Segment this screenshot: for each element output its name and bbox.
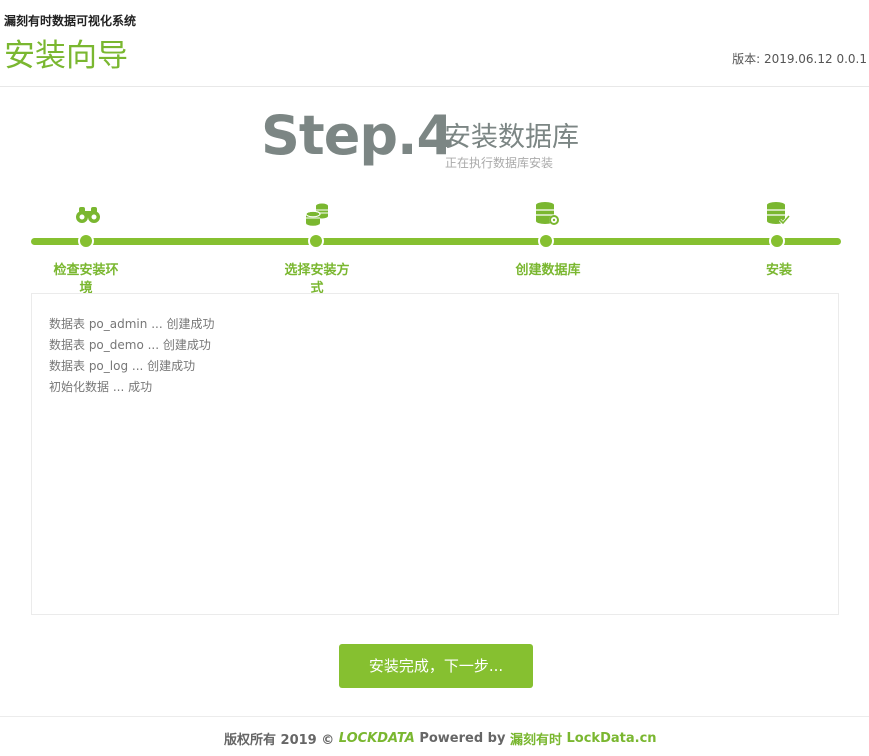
step-label-4: 安装 xyxy=(765,263,792,278)
step-node-3 xyxy=(538,233,554,249)
company-link[interactable]: 漏刻有时 xyxy=(510,733,562,748)
step-node-1 xyxy=(78,233,94,249)
database-check-icon xyxy=(765,200,791,228)
log-line: 数据表 po_log ... 创建成功 xyxy=(49,359,196,373)
step-title: 安装数据库 xyxy=(444,122,579,153)
domain-link[interactable]: LockData.cn xyxy=(567,731,657,746)
step-label-3: 创建数据库 xyxy=(515,263,581,278)
step-node-4 xyxy=(769,233,785,249)
step-subtitle: 正在执行数据库安装 xyxy=(445,156,554,170)
version-info: 版本: 2019.06.12 0.0.1 xyxy=(732,50,867,67)
powered-by-text: Powered by xyxy=(419,731,506,746)
log-line: 数据表 po_demo ... 创建成功 xyxy=(49,338,211,352)
step-node-2 xyxy=(308,233,324,249)
log-line: 数据表 po_admin ... 创建成功 xyxy=(49,317,215,331)
version-label: 版本: xyxy=(732,52,761,66)
wizard-title: 安装向导 xyxy=(4,38,128,74)
lockdata-logo[interactable]: LOCKDATA xyxy=(339,731,415,746)
copyright-text: 版权所有 2019 © xyxy=(224,733,335,748)
database-settings-icon xyxy=(534,200,560,228)
header: 漏刻有时数据可视化系统 安装向导 版本: 2019.06.12 0.0.1 xyxy=(0,0,869,87)
progress-track xyxy=(31,238,841,245)
footer: 版权所有 2019 © LOCKDATA Powered by 漏刻有时 Loc… xyxy=(0,716,869,756)
version-value: 2019.06.12 0.0.1 xyxy=(763,52,867,66)
log-line: 初始化数据 ... 成功 xyxy=(49,380,153,394)
coins-stack-icon xyxy=(304,200,330,228)
finish-next-button[interactable]: 安装完成，下一步... xyxy=(339,644,533,688)
step-number: Step.4 xyxy=(261,104,454,167)
footer-text: 版权所有 2019 © LOCKDATA Powered by 漏刻有时 Loc… xyxy=(224,729,657,748)
system-name: 漏刻有时数据可视化系统 xyxy=(4,14,137,28)
install-log: 数据表 po_admin ... 创建成功 数据表 po_demo ... 创建… xyxy=(31,293,839,615)
binoculars-icon xyxy=(75,200,101,228)
